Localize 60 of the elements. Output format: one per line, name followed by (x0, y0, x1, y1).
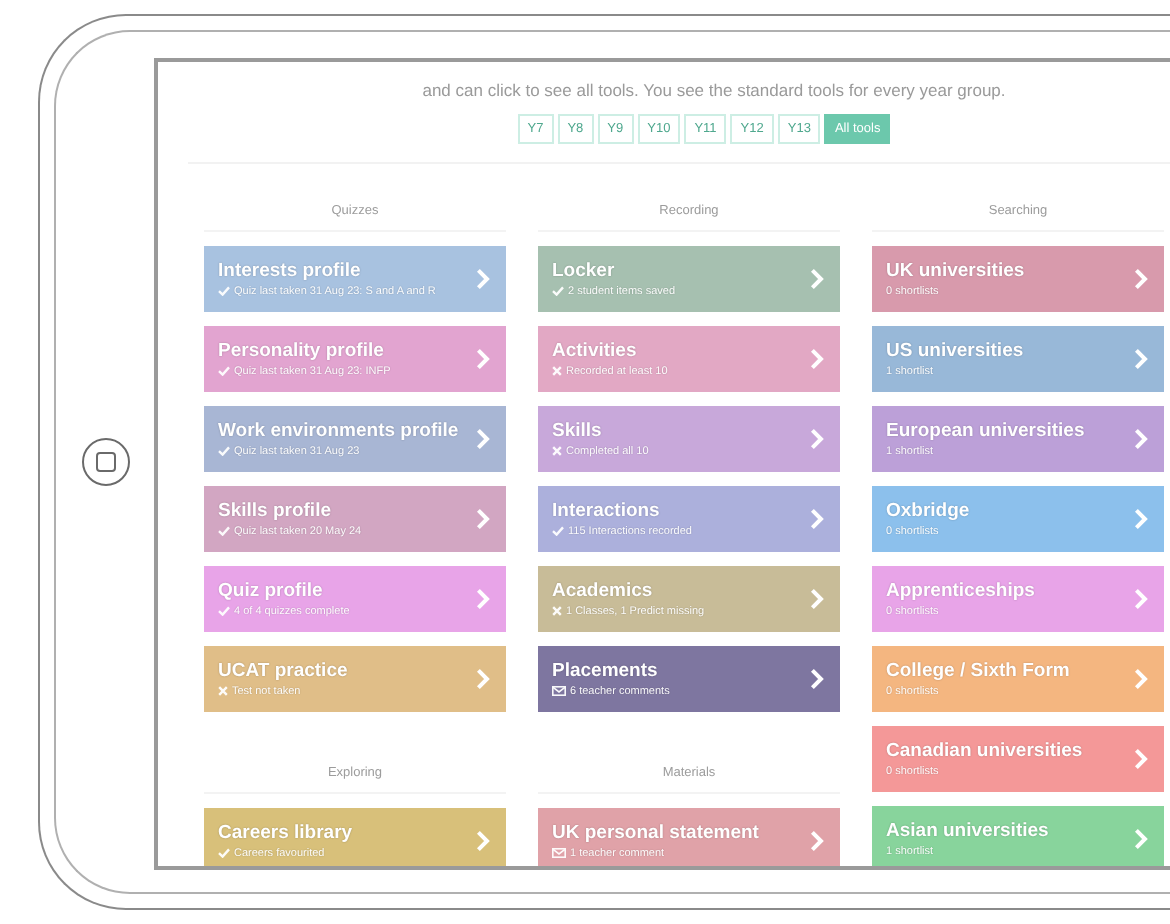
card-title: European universities (886, 419, 1087, 443)
card-title: College / Sixth Form (886, 659, 1072, 683)
card-title: Work environments profile (218, 419, 461, 443)
check-icon (218, 848, 230, 858)
cross-icon (218, 686, 228, 696)
chevron-right-icon (810, 508, 824, 530)
envelope-icon (552, 848, 566, 858)
chevron-right-icon (476, 588, 490, 610)
card-title: Academics (552, 579, 655, 603)
chevron-right-icon (810, 588, 824, 610)
envelope-icon (552, 686, 566, 696)
check-icon (218, 286, 230, 296)
card-title: Interests profile (218, 259, 363, 283)
cross-icon (552, 446, 562, 456)
chevron-right-icon (1134, 508, 1148, 530)
chevron-right-icon (810, 428, 824, 450)
card-title: UK personal statement (552, 821, 761, 845)
check-icon (552, 526, 564, 536)
chevron-right-icon (1134, 348, 1148, 370)
card-title: Careers library (218, 821, 355, 845)
card-title: Skills profile (218, 499, 333, 523)
chevron-right-icon (1134, 828, 1148, 850)
chevron-right-icon (1134, 428, 1148, 450)
card-title: Canadian universities (886, 739, 1085, 763)
card-title: UCAT practice (218, 659, 350, 683)
card-title: Locker (552, 259, 617, 283)
chevron-right-icon (1134, 268, 1148, 290)
chevron-right-icon (476, 668, 490, 690)
card-title: Quiz profile (218, 579, 325, 603)
chevron-right-icon (810, 268, 824, 290)
check-icon (218, 526, 230, 536)
card-title: US universities (886, 339, 1026, 363)
check-icon (552, 286, 564, 296)
intro-text: and can click to see all tools. You see the standard tools for every year group. (420, 78, 1008, 102)
chevron-right-icon (476, 830, 490, 852)
check-icon (218, 606, 230, 616)
card-title: Placements (552, 659, 660, 683)
chevron-right-icon (810, 348, 824, 370)
cross-icon (552, 606, 562, 616)
chevron-right-icon (810, 668, 824, 690)
card-title: Oxbridge (886, 499, 972, 523)
card-title: UK universities (886, 259, 1027, 283)
card-title: Asian universities (886, 819, 1051, 843)
chevron-right-icon (476, 508, 490, 530)
check-icon (218, 446, 230, 456)
chevron-right-icon (476, 268, 490, 290)
chevron-right-icon (810, 830, 824, 852)
card-title: Interactions (552, 499, 662, 523)
chevron-right-icon (1134, 588, 1148, 610)
check-icon (218, 366, 230, 376)
card-title: Apprenticeships (886, 579, 1037, 603)
cross-icon (552, 366, 562, 376)
chevron-right-icon (476, 348, 490, 370)
card-title: Personality profile (218, 339, 386, 363)
chevron-right-icon (476, 428, 490, 450)
home-button[interactable] (81, 438, 129, 486)
card-title: Activities (552, 339, 639, 363)
chevron-right-icon (1134, 748, 1148, 770)
card-title: Skills (552, 419, 604, 443)
chevron-right-icon (1134, 668, 1148, 690)
